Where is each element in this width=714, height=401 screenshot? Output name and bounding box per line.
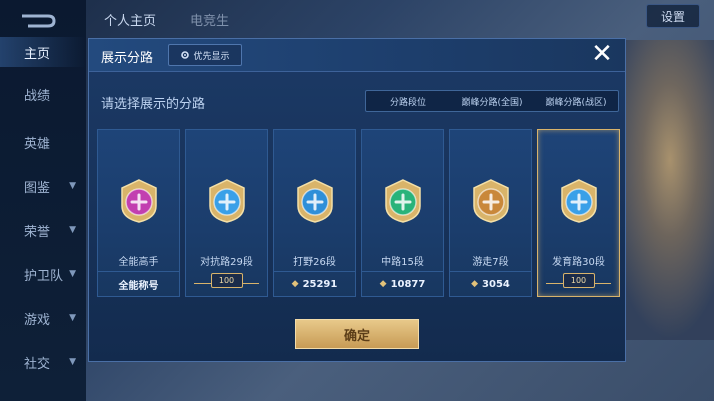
route-card-footer-text: 全能称号	[118, 280, 159, 292]
gear-icon	[181, 51, 190, 59]
route-card[interactable]: 中路15段 ◆ 10877	[361, 129, 444, 297]
jungle-emblem-icon	[297, 179, 333, 223]
route-card-footer-text: 10877	[390, 278, 426, 290]
farm-lane-emblem-icon	[561, 179, 597, 223]
route-card[interactable]: 对抗路29段 100	[185, 129, 268, 297]
chevron-down-icon: ▼	[69, 269, 76, 279]
route-card-footer: ◆ 3054	[450, 271, 531, 296]
route-card-name: 打野26段	[293, 257, 336, 268]
sidebar-item[interactable]: 游戏 ▼	[0, 303, 86, 333]
top-bar: 个人主页 电竞生 设置	[86, 0, 714, 34]
route-card[interactable]: 游走7段 ◆ 3054	[449, 129, 532, 297]
score-icon: ◆	[291, 279, 299, 289]
chevron-down-icon: ▼	[69, 357, 76, 367]
close-button[interactable]: ✕	[589, 41, 615, 68]
route-card-name: 游走7段	[472, 257, 509, 268]
route-card-footer-text: 3054	[482, 278, 510, 290]
route-card-footer-text: 25291	[302, 278, 338, 290]
sidebar-item[interactable]: 战绩	[0, 79, 86, 109]
chevron-down-icon: ▼	[69, 313, 76, 323]
game-logo-icon	[22, 14, 56, 28]
sidebar-item-label: 英雄	[24, 136, 51, 152]
sidebar-item[interactable]: 社交 ▼	[0, 347, 86, 377]
tab-esports[interactable]: 电竞生	[190, 10, 229, 29]
clash-lane-emblem-icon	[209, 179, 245, 223]
sidebar-item[interactable]: 主页	[0, 37, 86, 67]
rank-badge: 100	[210, 273, 243, 288]
route-card-footer: 全能称号	[98, 271, 179, 296]
sidebar-item-label: 战绩	[24, 88, 51, 104]
bottom-bar	[86, 373, 714, 401]
mid-lane-emblem-icon	[385, 179, 421, 223]
route-card-name: 全能高手	[118, 257, 159, 268]
route-display-modal: 展示分路 优先显示 ✕ 请选择展示的分路 分路段位 巅峰分路(全国) 巅峰分路(…	[88, 38, 626, 362]
route-card-footer: ◆ 25291	[274, 271, 355, 296]
score-icon: ◆	[379, 279, 387, 289]
rank-badge: 100	[562, 273, 595, 288]
select-route-prompt: 请选择展示的分路	[101, 97, 206, 112]
segment-peak-national[interactable]: 巅峰分路(全国)	[450, 91, 534, 111]
segment-peak-region[interactable]: 巅峰分路(战区)	[534, 91, 618, 111]
chevron-down-icon: ▼	[69, 225, 76, 235]
sidebar-item[interactable]: 图鉴 ▼	[0, 171, 86, 201]
route-card[interactable]: 全能高手 全能称号	[97, 129, 180, 297]
route-card-name: 发育路30段	[552, 257, 605, 268]
route-card[interactable]: 发育路30段 100	[537, 129, 620, 297]
sidebar-item[interactable]: 护卫队 ▼	[0, 259, 86, 289]
route-card-name: 中路15段	[381, 257, 424, 268]
sidebar-item-label: 护卫队	[24, 268, 64, 284]
sidebar-item[interactable]: 荣誉 ▼	[0, 215, 86, 245]
modal-title: 展示分路	[101, 51, 154, 66]
segment-route-rank[interactable]: 分路段位	[366, 91, 450, 111]
route-card-name: 对抗路29段	[200, 257, 253, 268]
priority-display-button[interactable]: 优先显示	[168, 44, 242, 66]
route-type-segmented-control: 分路段位 巅峰分路(全国) 巅峰分路(战区)	[365, 90, 619, 112]
tab-profile[interactable]: 个人主页	[104, 10, 156, 29]
route-card-footer: ◆ 10877	[362, 271, 443, 296]
sidebar-item-label: 游戏	[24, 312, 51, 328]
sidebar-item-label: 社交	[24, 356, 51, 372]
priority-display-label: 优先显示	[193, 51, 230, 62]
all-round-emblem-icon	[121, 179, 157, 223]
sidebar-item-label: 图鉴	[24, 180, 51, 196]
sidebar-item-label: 荣誉	[24, 224, 51, 240]
chevron-down-icon: ▼	[69, 181, 76, 191]
settings-button[interactable]: 设置	[646, 4, 700, 28]
sidebar-item[interactable]: 英雄	[0, 127, 86, 157]
sidebar: 主页战绩英雄图鉴 ▼ 荣誉 ▼ 护卫队 ▼ 游戏 ▼ 社交 ▼	[0, 0, 86, 401]
route-card[interactable]: 打野26段 ◆ 25291	[273, 129, 356, 297]
roam-emblem-icon	[473, 179, 509, 223]
confirm-button[interactable]: 确定	[295, 319, 419, 349]
modal-header: 展示分路 优先显示 ✕	[89, 39, 625, 72]
sidebar-item-label: 主页	[24, 46, 51, 62]
score-icon: ◆	[471, 279, 479, 289]
